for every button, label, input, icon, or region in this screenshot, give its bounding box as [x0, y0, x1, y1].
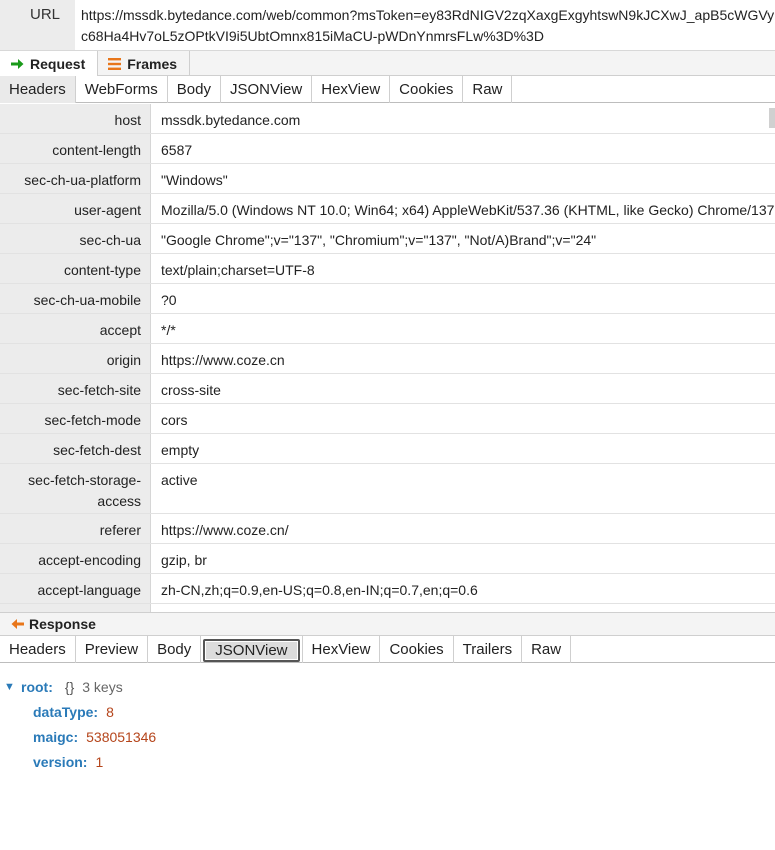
- response-tab-jsonview-wrap: JSONView: [201, 636, 303, 663]
- table-row[interactable]: sec-fetch-site cross-site: [0, 374, 775, 404]
- table-row[interactable]: content-length 6587: [0, 134, 775, 164]
- header-value[interactable]: zh-CN,zh;q=0.9,en-US;q=0.8,en-IN;q=0.7,e…: [151, 574, 775, 603]
- url-label: URL: [0, 0, 75, 50]
- header-value[interactable]: https://www.coze.cn/: [151, 514, 775, 543]
- header-value[interactable]: cors: [151, 404, 775, 433]
- request-tab-raw[interactable]: Raw: [463, 76, 513, 103]
- request-headers-table: host mssdk.bytedance.com content-length …: [0, 104, 775, 612]
- request-tab-headers[interactable]: Headers: [0, 76, 76, 103]
- header-key: accept-encoding: [0, 544, 151, 573]
- table-row-spacer: [0, 604, 775, 612]
- response-tab-body[interactable]: Body: [148, 636, 202, 663]
- response-tab-jsonview[interactable]: JSONView: [203, 638, 300, 662]
- header-value[interactable]: mssdk.bytedance.com: [151, 104, 775, 133]
- request-tab[interactable]: Request: [0, 51, 99, 76]
- header-key: origin: [0, 344, 151, 373]
- response-subtabs: Headers Preview Body JSONView HexView Co…: [0, 636, 775, 663]
- json-tree-node[interactable]: maigc: 538051346: [0, 724, 775, 749]
- header-key: host: [0, 104, 151, 133]
- header-key: content-length: [0, 134, 151, 163]
- json-key: version:: [33, 753, 88, 770]
- response-tab-raw[interactable]: Raw: [522, 636, 572, 663]
- url-row: URL https://mssdk.bytedance.com/web/comm…: [0, 0, 775, 51]
- header-value[interactable]: ?0: [151, 284, 775, 313]
- response-section-bar[interactable]: Response: [0, 612, 775, 636]
- table-row[interactable]: sec-fetch-dest empty: [0, 434, 775, 464]
- header-key: user-agent: [0, 194, 151, 223]
- header-key: sec-fetch-storage-access: [0, 464, 151, 513]
- json-value: 538051346: [86, 728, 157, 745]
- arrow-right-icon: [10, 58, 24, 70]
- json-value: 1: [95, 753, 104, 770]
- header-value[interactable]: 6587: [151, 134, 775, 163]
- json-key: dataType:: [33, 703, 99, 720]
- frames-tab[interactable]: Frames: [98, 51, 191, 76]
- header-value[interactable]: https://www.coze.cn: [151, 344, 775, 373]
- request-section-tabs: Request Frames: [0, 51, 775, 76]
- json-value: 8: [106, 703, 114, 720]
- table-row[interactable]: referer https://www.coze.cn/: [0, 514, 775, 544]
- json-tree: ▼ root: {} 3 keys dataType: 8 maigc: 538…: [0, 674, 775, 774]
- json-key: maigc:: [33, 728, 79, 745]
- header-key: sec-ch-ua-platform: [0, 164, 151, 193]
- frames-tab-label: Frames: [127, 55, 178, 72]
- url-value[interactable]: https://mssdk.bytedance.com/web/common?m…: [75, 0, 775, 50]
- json-brace: {}: [64, 678, 75, 695]
- table-row[interactable]: sec-ch-ua-platform "Windows": [0, 164, 775, 194]
- header-key: sec-fetch-dest: [0, 434, 151, 463]
- header-key: sec-fetch-site: [0, 374, 151, 403]
- header-value[interactable]: */*: [151, 314, 775, 343]
- header-value[interactable]: cross-site: [151, 374, 775, 403]
- request-tab-label: Request: [30, 55, 86, 72]
- request-tab-cookies[interactable]: Cookies: [390, 76, 464, 103]
- header-value[interactable]: Mozilla/5.0 (Windows NT 10.0; Win64; x64…: [151, 194, 775, 223]
- table-row[interactable]: accept-language zh-CN,zh;q=0.9,en-US;q=0…: [0, 574, 775, 604]
- header-key: accept: [0, 314, 151, 343]
- header-value-spacer: [151, 604, 775, 612]
- header-value[interactable]: active: [151, 464, 775, 513]
- response-tab-cookies[interactable]: Cookies: [380, 636, 454, 663]
- table-row[interactable]: accept */*: [0, 314, 775, 344]
- header-value[interactable]: text/plain;charset=UTF-8: [151, 254, 775, 283]
- json-tree-node[interactable]: dataType: 8: [0, 699, 775, 724]
- header-value[interactable]: gzip, br: [151, 544, 775, 573]
- response-tab-hexview[interactable]: HexView: [303, 636, 381, 663]
- header-key: accept-language: [0, 574, 151, 603]
- header-key: sec-ch-ua: [0, 224, 151, 253]
- header-key: content-type: [0, 254, 151, 283]
- request-tab-jsonview[interactable]: JSONView: [221, 76, 313, 103]
- table-row[interactable]: sec-fetch-storage-access active: [0, 464, 775, 514]
- header-key: sec-fetch-mode: [0, 404, 151, 433]
- json-tree-root[interactable]: ▼ root: {} 3 keys: [0, 674, 775, 699]
- vertical-scrollbar-thumb[interactable]: [769, 108, 775, 128]
- table-row[interactable]: sec-ch-ua-mobile ?0: [0, 284, 775, 314]
- table-row[interactable]: content-type text/plain;charset=UTF-8: [0, 254, 775, 284]
- json-key: root:: [21, 678, 53, 695]
- request-tab-hexview[interactable]: HexView: [312, 76, 391, 103]
- header-value[interactable]: "Google Chrome";v="137", "Chromium";v="1…: [151, 224, 775, 253]
- header-value[interactable]: empty: [151, 434, 775, 463]
- frames-icon: [108, 57, 122, 70]
- table-row[interactable]: user-agent Mozilla/5.0 (Windows NT 10.0;…: [0, 194, 775, 224]
- table-row[interactable]: host mssdk.bytedance.com: [0, 104, 775, 134]
- arrow-left-icon: [10, 618, 25, 630]
- json-key-count: 3 keys: [82, 678, 123, 695]
- response-tab-trailers[interactable]: Trailers: [454, 636, 523, 663]
- table-row[interactable]: sec-fetch-mode cors: [0, 404, 775, 434]
- table-row[interactable]: accept-encoding gzip, br: [0, 544, 775, 574]
- table-row[interactable]: origin https://www.coze.cn: [0, 344, 775, 374]
- table-row[interactable]: sec-ch-ua "Google Chrome";v="137", "Chro…: [0, 224, 775, 254]
- header-key: sec-ch-ua-mobile: [0, 284, 151, 313]
- request-tab-webforms[interactable]: WebForms: [76, 76, 168, 103]
- json-tree-node[interactable]: version: 1: [0, 749, 775, 774]
- response-tab-headers[interactable]: Headers: [0, 636, 76, 663]
- request-subtabs: Headers WebForms Body JSONView HexView C…: [0, 76, 775, 103]
- caret-down-icon[interactable]: ▼: [4, 681, 21, 693]
- response-tab-preview[interactable]: Preview: [76, 636, 149, 663]
- header-key-spacer: [0, 604, 151, 612]
- request-tab-body[interactable]: Body: [168, 76, 221, 103]
- header-key: referer: [0, 514, 151, 543]
- response-tab-label: Response: [29, 616, 96, 632]
- header-value[interactable]: "Windows": [151, 164, 775, 193]
